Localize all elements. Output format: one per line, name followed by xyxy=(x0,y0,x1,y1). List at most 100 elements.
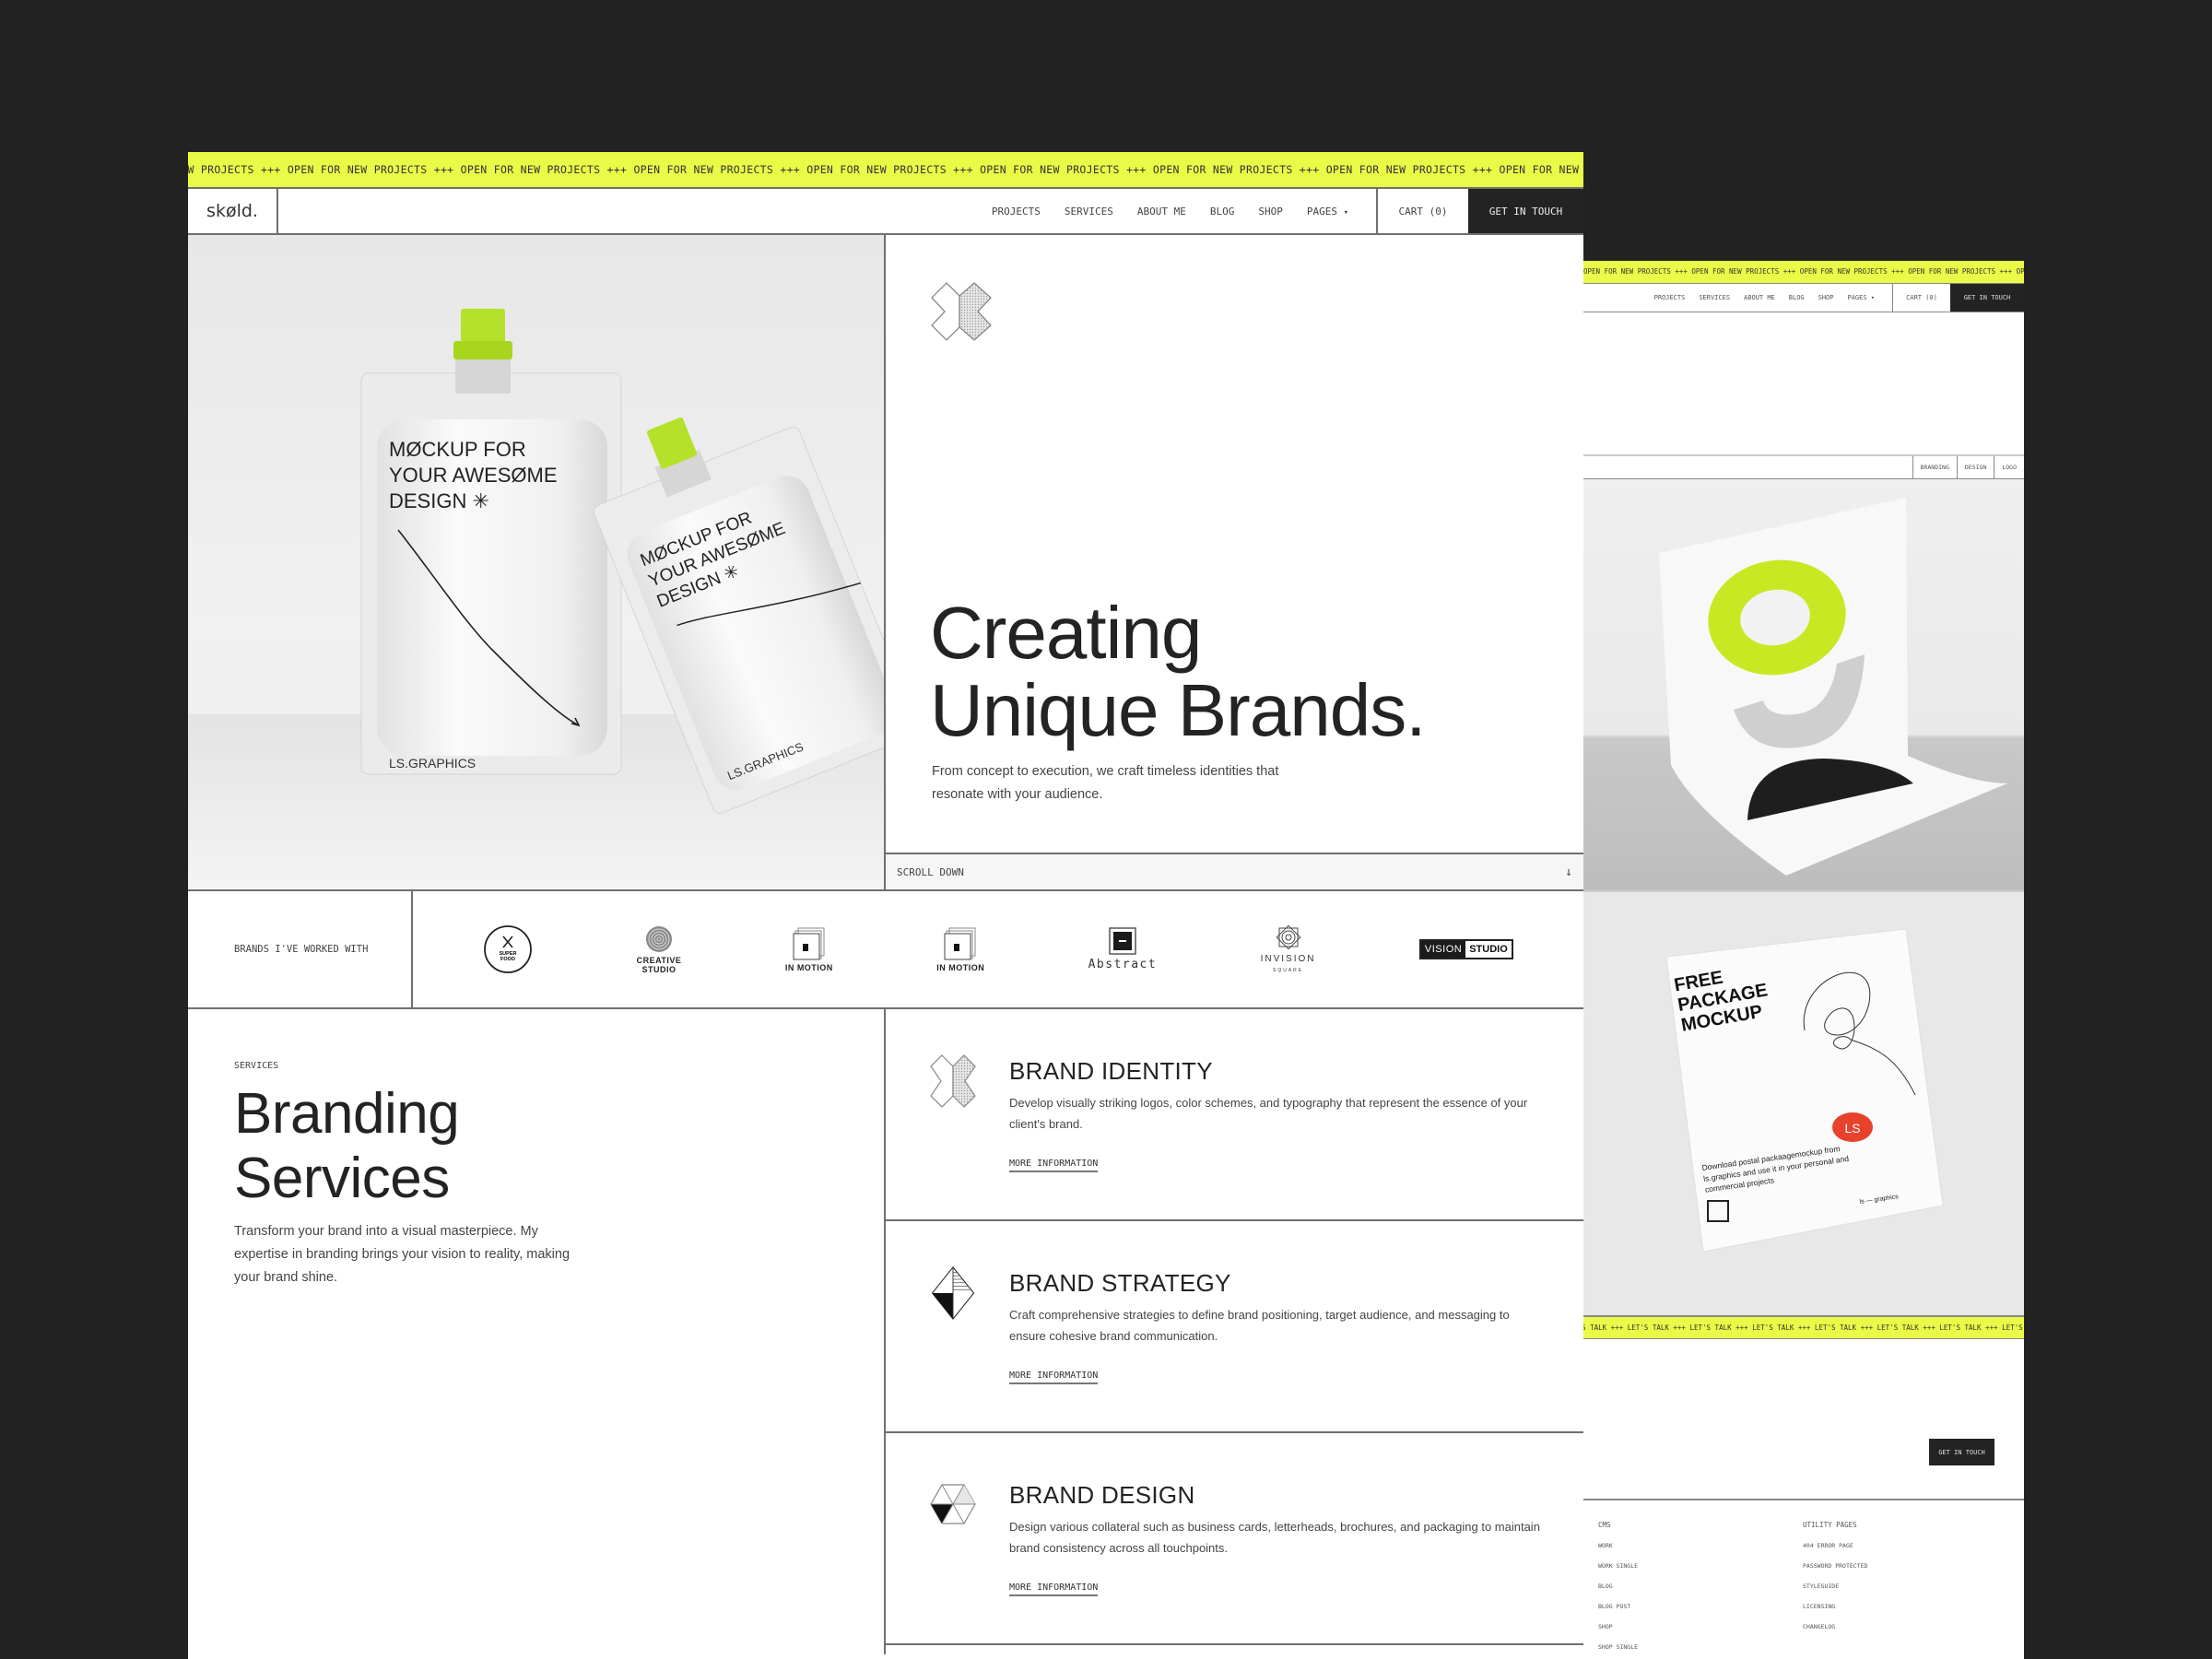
tag-design[interactable]: DESIGN xyxy=(1956,456,1994,478)
hero-pouch-mockup-image: MØCKUP FOR YOUR AWESØME DESIGN ✳ LS.GRAP… xyxy=(188,235,886,889)
cart-button[interactable]: CART (0) xyxy=(1376,189,1468,233)
nav-link-services[interactable]: SERVICES xyxy=(1699,294,1730,301)
more-information-link[interactable]: MORE INFORMATION xyxy=(1009,1159,1099,1172)
hero-title-line1: Creating xyxy=(930,592,1202,674)
service-description: Develop visually striking logos, color s… xyxy=(1009,1096,1528,1131)
nav-link-blog[interactable]: BLOG xyxy=(1210,206,1235,218)
brand-logos: SUPER FOOD CREATIVE STUDIO IN MOTION IN … xyxy=(413,891,1583,1007)
tag-logo[interactable]: LOGO xyxy=(1994,456,2024,478)
nav-link-pages[interactable]: PAGES ▾ xyxy=(1307,206,1348,218)
footer-link[interactable]: WORK SINGLE xyxy=(1598,1562,1803,1570)
service-title: BRAND STRATEGY xyxy=(1009,1269,1231,1297)
brand-logo-text-line: SQUARE xyxy=(1273,967,1304,973)
secondary-page-preview: OPEN FOR NEW PROJECTS +++ OPEN FOR NEW P… xyxy=(1583,261,2024,1659)
services-description: Transform your brand into a visual maste… xyxy=(234,1224,571,1285)
top-navigation: PROJECTS SERVICES ABOUT ME BLOG SHOP PAG… xyxy=(1583,284,2024,312)
arrow-down-icon: ↓ xyxy=(1565,865,1572,879)
hero-subtitle: From concept to execution, we craft time… xyxy=(932,764,1279,802)
footer-link[interactable]: WORK xyxy=(1598,1542,1803,1549)
brand-design-icon xyxy=(930,1484,976,1524)
announcement-marquee: OPEN FOR NEW PROJECTS +++ OPEN FOR NEW P… xyxy=(1583,261,2024,284)
footer-link[interactable]: SHOP xyxy=(1598,1623,1803,1630)
brand-logo-text: VISION xyxy=(1420,941,1466,958)
marquee-track: OPEN FOR NEW PROJECTS +++ OPEN FOR NEW P… xyxy=(188,163,1583,176)
nav-link-blog[interactable]: BLOG xyxy=(1789,294,1805,301)
nav-link-about[interactable]: ABOUT ME xyxy=(1137,206,1186,218)
footer-column-heading: CMS xyxy=(1598,1521,1611,1529)
footer-link[interactable]: SHOP SINGLE xyxy=(1598,1643,1803,1651)
super-food-logo-icon: SUPER FOOD xyxy=(484,925,533,973)
chevron-down-icon: ▾ xyxy=(1870,294,1875,301)
footer-links: CMS WORK WORK SINGLE BLOG BLOG POST SHOP… xyxy=(1583,1500,2024,1659)
nav-link-pages-label: PAGES xyxy=(1847,294,1867,301)
hero-content: Creating Unique Brands. From concept to … xyxy=(886,235,1583,889)
service-description: Craft comprehensive strategies to define… xyxy=(1009,1308,1510,1343)
footer-link[interactable]: PASSWORD PROTECTED xyxy=(1803,1562,2007,1570)
brand-logo-abstract: Abstract xyxy=(1088,927,1158,971)
contact-cta-area: GET IN TOUCH xyxy=(1583,1339,2024,1500)
top-navigation: skøld. PROJECTS SERVICES ABOUT ME BLOG S… xyxy=(188,189,1583,235)
nav-link-projects[interactable]: PROJECTS xyxy=(992,206,1041,218)
brand-logo-text-line: CREATIVE xyxy=(636,955,682,965)
footer-link[interactable]: BLOG POST xyxy=(1598,1603,1803,1610)
get-in-touch-button[interactable]: GET IN TOUCH xyxy=(1468,189,1583,233)
brand-logo-text-line: STUDIO xyxy=(641,964,677,974)
brand-logo-text: IN MOTION xyxy=(784,962,833,972)
pouch-illustration: MØCKUP FOR YOUR AWESØME DESIGN ✳ LS.GRAP… xyxy=(188,309,884,889)
service-title: BRAND DESIGN xyxy=(1009,1481,1195,1509)
services-eyebrow: SERVICES xyxy=(234,1061,279,1071)
get-in-touch-button[interactable]: GET IN TOUCH xyxy=(1950,284,2024,312)
hero-title-line2: Unique Brands. xyxy=(930,669,1426,751)
footer-link[interactable]: 404 ERROR PAGE xyxy=(1803,1542,2007,1549)
brand-logo-in-motion-2: IN MOTION xyxy=(936,927,984,972)
lets-talk-marquee: LET'S TALK +++ LET'S TALK +++ LET'S TALK… xyxy=(1583,1316,2024,1339)
nav-links: PROJECTS SERVICES ABOUT ME BLOG SHOP PAG… xyxy=(1583,284,1892,312)
marquee-track: OPEN FOR NEW PROJECTS +++ OPEN FOR NEW P… xyxy=(1583,267,2024,276)
services-intro: SERVICES Branding Services Transform you… xyxy=(188,1009,886,1654)
footer-link[interactable]: CHANGELOG xyxy=(1803,1623,2007,1630)
scroll-down-label: SCROLL DOWN xyxy=(897,865,964,878)
svg-text:YOUR AWESØME: YOUR AWESØME xyxy=(389,464,558,487)
site-logo[interactable]: skøld. xyxy=(188,189,278,233)
more-information-link[interactable]: MORE INFORMATION xyxy=(1009,1583,1099,1596)
get-in-touch-button[interactable]: GET IN TOUCH xyxy=(1929,1439,1994,1465)
brand-logo-in-motion: IN MOTION xyxy=(785,927,833,972)
poster-illustration xyxy=(1659,498,2007,876)
services-list: BRAND IDENTITY Develop visually striking… xyxy=(886,1009,1583,1654)
hero-title: Creating Unique Brands. xyxy=(930,592,1426,751)
cart-button[interactable]: CART (0) xyxy=(1892,284,1950,312)
nav-link-projects[interactable]: PROJECTS xyxy=(1654,294,1686,301)
brand-identity-icon xyxy=(930,1054,976,1108)
hero-section: MØCKUP FOR YOUR AWESØME DESIGN ✳ LS.GRAP… xyxy=(188,235,1583,891)
footer-link[interactable]: BLOG xyxy=(1598,1583,1803,1590)
svg-text:MØCKUP FOR: MØCKUP FOR xyxy=(389,438,526,461)
footer-column-utility: UTILITY PAGES 404 ERROR PAGE PASSWORD PR… xyxy=(1803,1521,2007,1659)
nav-link-shop[interactable]: SHOP xyxy=(1258,206,1283,218)
chevron-down-icon: ▾ xyxy=(1343,207,1348,218)
abstract-logo-icon xyxy=(1109,927,1136,955)
service-item-brand-design: BRAND DESIGN Design various collateral s… xyxy=(886,1433,1583,1645)
footer-link[interactable]: STYLEGUIDE xyxy=(1803,1583,2007,1590)
ls-badge: LS xyxy=(1844,1121,1860,1135)
more-information-link[interactable]: MORE INFORMATION xyxy=(1009,1371,1099,1384)
scroll-down-bar[interactable]: SCROLL DOWN ↓ xyxy=(886,853,1583,889)
page-header-space xyxy=(1583,312,2024,456)
nav-link-pages-label: PAGES xyxy=(1306,205,1337,218)
footer-column-cms: CMS WORK WORK SINGLE BLOG BLOG POST SHOP… xyxy=(1598,1521,1803,1659)
brand-logo-text: FOOD xyxy=(500,957,515,962)
brand-logo-text: CREATIVE STUDIO xyxy=(637,956,682,974)
svg-text:DESIGN ✳: DESIGN ✳ xyxy=(389,489,489,512)
brand-logo-text: STUDIO xyxy=(1469,944,1508,955)
vision-studio-logo: VISION STUDIO xyxy=(1418,939,1513,959)
in-motion-logo-icon xyxy=(793,927,825,959)
nav-link-shop[interactable]: SHOP xyxy=(1818,294,1834,301)
footer-link[interactable]: LICENSING xyxy=(1803,1603,2007,1610)
nav-link-about[interactable]: ABOUT ME xyxy=(1744,294,1775,301)
brand-logo-invision-square: INVISION SQUARE xyxy=(1261,924,1316,976)
nav-link-pages[interactable]: PAGES ▾ xyxy=(1847,294,1875,301)
invision-logo-icon xyxy=(1276,924,1300,949)
nav-link-services[interactable]: SERVICES xyxy=(1065,206,1113,218)
tag-branding[interactable]: BRANDING xyxy=(1912,456,1957,478)
package-illustration: FREE PACKAGE MOCKUP LS Download postal p… xyxy=(1665,928,1944,1253)
services-section: SERVICES Branding Services Transform you… xyxy=(188,1009,1583,1654)
